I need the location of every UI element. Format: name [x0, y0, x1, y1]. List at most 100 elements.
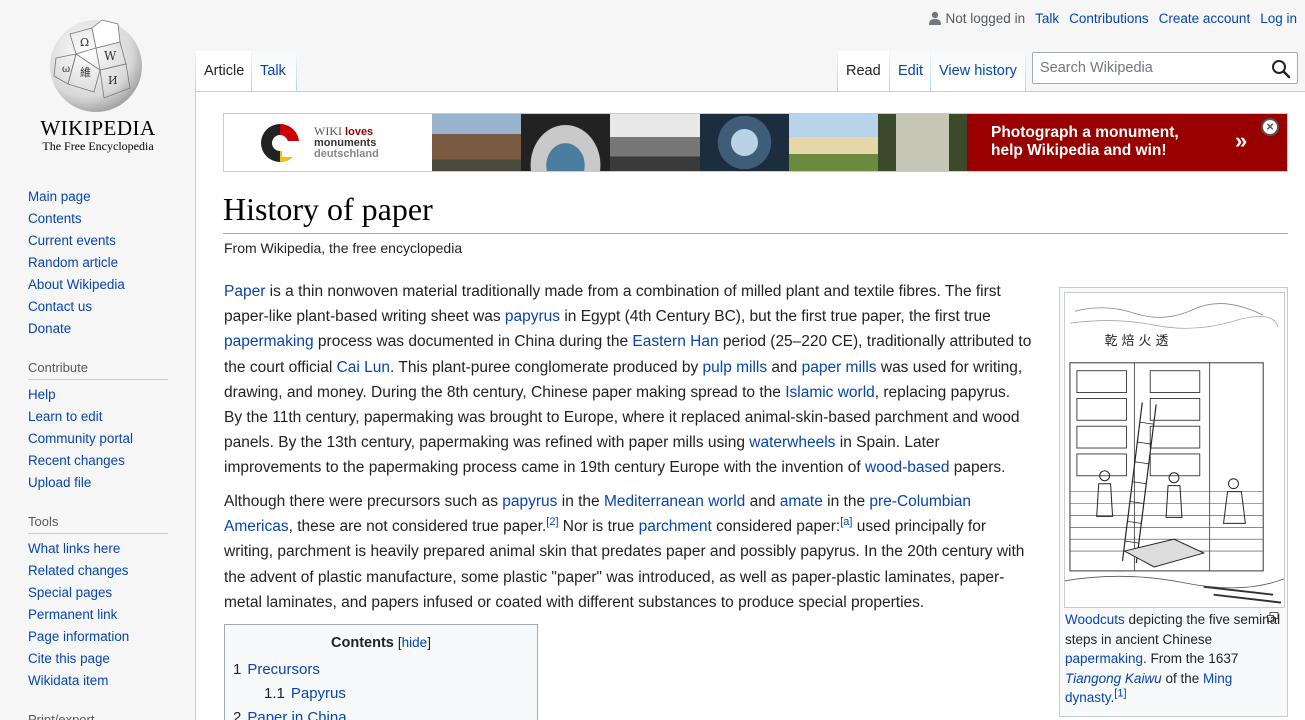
toc-link[interactable]: Papyrus — [291, 685, 346, 702]
tab-read[interactable]: Read — [838, 51, 889, 91]
toc-hide-toggle[interactable]: [hide] — [398, 635, 431, 650]
sidebar-item-community-portal[interactable]: Community portal — [28, 431, 133, 446]
toc-hide-link[interactable]: hide — [402, 635, 428, 650]
inline-link[interactable]: papermaking — [1065, 651, 1143, 666]
sidebar-item-permanent-link[interactable]: Permanent link — [28, 607, 117, 622]
puzzle-globe-icon: Ω W 維 И ω — [50, 19, 142, 112]
wikipedia-wordmark: WIKIPEDIA — [40, 116, 156, 140]
inline-link[interactable]: paper mills — [802, 359, 877, 376]
inline-link[interactable]: amate — [780, 493, 823, 510]
inline-link[interactable]: pre-Columbian Americas — [224, 493, 971, 535]
sidebar-heading-print-export[interactable]: Print/export — [28, 706, 168, 720]
wikipedia-tagline: The Free Encyclopedia — [42, 139, 154, 153]
inline-link[interactable]: pulp mills — [703, 359, 768, 376]
article-paragraph-2: Although there were precursors such as p… — [224, 493, 1025, 611]
wikipedia-logo[interactable]: Ω W 維 И ω WIKIPEDIA The Free Encyclopedi… — [0, 0, 196, 165]
woodcut-characters: 乾 焙 火 透 — [1105, 334, 1169, 349]
inline-link[interactable]: Mediterranean world — [604, 493, 745, 510]
article-paragraph-1: Paper is a thin nonwoven material tradit… — [224, 283, 1032, 477]
svg-text:維: 維 — [80, 66, 91, 79]
sidebar-item-recent-changes[interactable]: Recent changes — [28, 453, 125, 468]
sidebar-item-contact-us[interactable]: Contact us — [28, 299, 92, 314]
inline-link[interactable]: Cai Lun — [337, 359, 390, 376]
inline-link[interactable]: papermaking — [224, 333, 314, 350]
sidebar-item-related-changes[interactable]: Related changes — [28, 563, 129, 578]
banner-call-to-action[interactable]: Photograph a monument, help Wikipedia an… — [967, 114, 1287, 171]
sidebar-item-random-article[interactable]: Random article — [28, 255, 118, 270]
sidebar-item-what-links-here[interactable]: What links here — [28, 541, 120, 556]
banner-close-button[interactable]: × — [1261, 118, 1279, 136]
toc-link[interactable]: Precursors — [247, 661, 320, 678]
log-in-link[interactable]: Log in — [1260, 11, 1297, 26]
contributions-link[interactable]: Contributions — [1069, 11, 1149, 26]
inline-link[interactable]: Paper — [224, 283, 265, 300]
sidebar-item-upload-file[interactable]: Upload file — [28, 475, 91, 490]
inline-link[interactable]: Islamic world — [785, 384, 875, 401]
user-icon — [928, 11, 941, 25]
citation-link[interactable]: [1] — [1114, 688, 1126, 700]
sidebar-navigation: Main page Contents Current events Random… — [0, 180, 196, 340]
woodcut-image[interactable]: 乾 焙 火 透 — [1064, 292, 1285, 608]
sidebar-item-cite-this-page[interactable]: Cite this page — [28, 651, 110, 666]
inline-link[interactable]: Ming — [1203, 671, 1232, 686]
toc-item[interactable]: 2 Paper in China — [233, 706, 529, 720]
inline-link[interactable]: waterwheels — [749, 434, 835, 451]
toc-heading: Contents — [331, 635, 394, 651]
sidebar-item-donate[interactable]: Donate — [28, 321, 71, 336]
citation-link[interactable]: [2] — [546, 516, 558, 528]
toc-item[interactable]: 1.1 Papyrus — [233, 682, 529, 706]
svg-text:W: W — [104, 49, 117, 63]
search-icon[interactable] — [1271, 59, 1291, 79]
tab-edit[interactable]: Edit — [890, 51, 930, 91]
sidebar-item-current-events[interactable]: Current events — [28, 233, 116, 248]
not-logged-in: Not logged in — [928, 11, 1025, 26]
wlm-wordmark: WIKI loves monuments deutschland — [314, 124, 379, 160]
inline-link[interactable]: wood-based — [865, 459, 949, 476]
sidebar-item-main-page[interactable]: Main page — [28, 189, 91, 204]
tab-view-history[interactable]: View history — [931, 51, 1025, 91]
banner-photo — [877, 114, 968, 171]
inline-link[interactable]: Eastern Han — [632, 333, 718, 350]
banner-photo — [521, 114, 611, 171]
inline-link[interactable]: Woodcuts — [1065, 612, 1125, 627]
sidebar-item-wikidata-item[interactable]: Wikidata item — [28, 673, 108, 688]
sidebar-item-about-wikipedia[interactable]: About Wikipedia — [28, 277, 125, 292]
inline-link[interactable]: Tiangong Kaiwu — [1065, 671, 1162, 686]
svg-text:И: И — [108, 74, 118, 87]
sidebar-print-export: Print/export — [0, 706, 196, 720]
page-title: History of paper — [223, 189, 1288, 234]
toc-item[interactable]: 1 Precursors — [233, 658, 529, 682]
banner-photo — [699, 114, 789, 171]
citation-link[interactable]: [a] — [840, 516, 852, 528]
toc-link[interactable]: Paper in China — [247, 709, 346, 720]
sidebar-item-learn-to-edit[interactable]: Learn to edit — [28, 409, 102, 424]
svg-text:Ω: Ω — [80, 36, 89, 49]
image-thumbnail: 乾 焙 火 透 Woodcuts depicting the five semi… — [1059, 287, 1288, 717]
search-input[interactable] — [1033, 53, 1258, 83]
sidebar-heading-tools: Tools — [28, 508, 168, 534]
campaign-banner[interactable]: WIKI loves monuments deutschland Photogr… — [223, 113, 1288, 172]
wiki-loves-monuments-logo: WIKI loves monuments deutschland — [224, 114, 432, 171]
banner-cta-line1: Photograph a monument, — [991, 124, 1179, 141]
user-talk-link[interactable]: Talk — [1035, 11, 1059, 26]
inline-link[interactable]: papyrus — [505, 308, 560, 325]
create-account-link[interactable]: Create account — [1159, 11, 1251, 26]
toc-list: 1 Precursors 1.1 Papyrus 2 Paper in China — [233, 658, 529, 720]
sidebar-item-contents[interactable]: Contents — [28, 211, 82, 226]
sidebar-contribute: Contribute Help Learn to edit Community … — [0, 354, 196, 494]
svg-text:ω: ω — [62, 64, 70, 75]
sidebar-item-help[interactable]: Help — [28, 387, 56, 402]
inline-link[interactable]: parchment — [639, 518, 712, 535]
tab-article[interactable]: Article — [196, 51, 251, 91]
banner-photo — [610, 114, 700, 171]
sidebar: Main page Contents Current events Random… — [0, 180, 196, 720]
inline-link[interactable]: dynasty — [1065, 690, 1111, 705]
inline-link[interactable]: papyrus — [502, 493, 557, 510]
banner-photo-strip — [432, 114, 968, 171]
sidebar-item-special-pages[interactable]: Special pages — [28, 585, 112, 600]
tab-talk[interactable]: Talk — [252, 51, 296, 91]
toc-number: 1 — [233, 661, 242, 678]
banner-photo — [788, 114, 878, 171]
sidebar-heading-contribute: Contribute — [28, 354, 168, 380]
sidebar-item-page-information[interactable]: Page information — [28, 629, 129, 644]
